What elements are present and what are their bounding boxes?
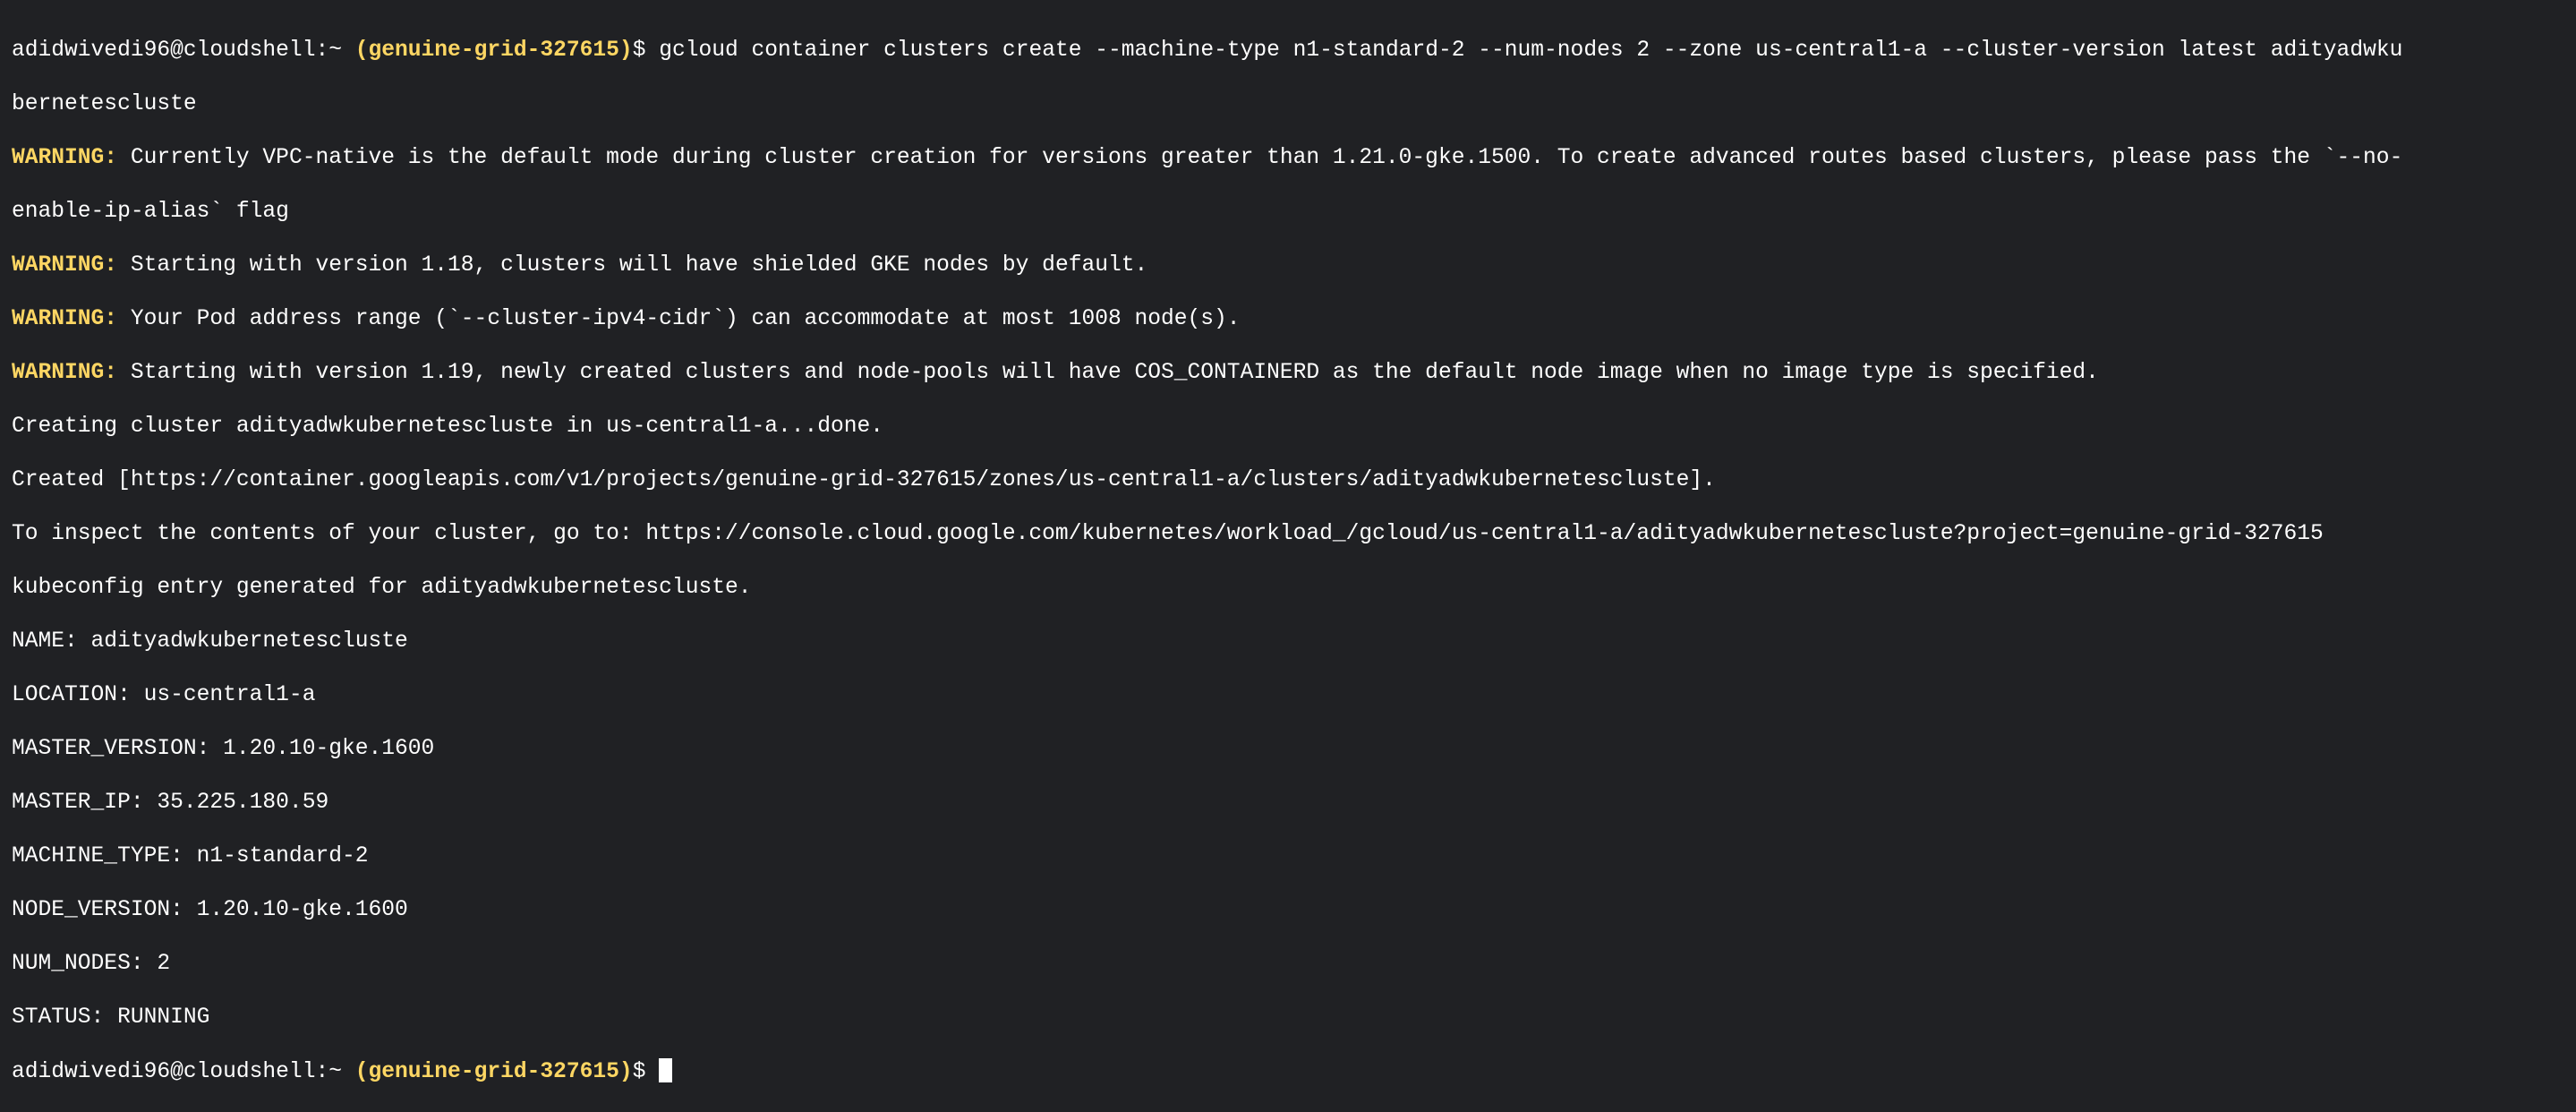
prompt-line: adidwivedi96@cloudshell:~ (genuine-grid-… [12,1058,2576,1085]
output-line-num-nodes: NUM_NODES: 2 [12,952,171,976]
output-line-kubeconfig: kubeconfig entry generated for adityadwk… [12,576,752,600]
prompt-user-host: adidwivedi96@cloudshell [12,38,316,63]
warning-label: WARNING: [12,253,118,278]
prompt-separator: : [315,38,329,63]
prompt-project: (genuine-grid-327615) [354,1060,633,1084]
warning-line: WARNING: Currently VPC-native is the def… [12,145,2576,172]
prompt-separator: : [315,1060,329,1084]
warning-text: Your Pod address range (`--cluster-ipv4-… [117,307,1241,331]
output-line-creating: Creating cluster adityadwkubernetesclust… [12,415,884,439]
warning-line: WARNING: Starting with version 1.19, new… [12,360,2576,387]
output-line-status: STATUS: RUNNING [12,1005,210,1030]
command-line-wrap: bernetescluste [12,92,197,116]
warning-line: WARNING: Starting with version 1.18, clu… [12,252,2576,279]
prompt-symbol: $ [632,38,646,63]
warning-label: WARNING: [12,307,118,331]
output-line-machine-type: MACHINE_TYPE: n1-standard-2 [12,844,369,868]
prompt-path: ~ [328,38,342,63]
cloud-shell-terminal[interactable]: adidwivedi96@cloudshell:~ (genuine-grid-… [0,0,2576,1084]
output-line-name: NAME: adityadwkubernetescluste [12,629,408,654]
warning-line-wrap: enable-ip-alias` flag [12,200,289,224]
warning-text: Starting with version 1.18, clusters wil… [117,253,1148,278]
command-line: adidwivedi96@cloudshell:~ (genuine-grid-… [12,38,2576,64]
prompt-user-host: adidwivedi96@cloudshell [12,1060,316,1084]
prompt-path: ~ [328,1060,342,1084]
output-line-master-ip: MASTER_IP: 35.225.180.59 [12,791,329,815]
output-line-created: Created [https://container.googleapis.co… [12,468,1716,492]
warning-line: WARNING: Your Pod address range (`--clus… [12,306,2576,333]
output-line-node-version: NODE_VERSION: 1.20.10-gke.1600 [12,898,408,922]
output-line-master-version: MASTER_VERSION: 1.20.10-gke.1600 [12,737,435,761]
terminal-cursor[interactable] [659,1058,673,1082]
output-line-location: LOCATION: us-central1-a [12,683,316,707]
warning-text: Currently VPC-native is the default mode… [117,146,2403,170]
output-line-inspect: To inspect the contents of your cluster,… [12,522,2324,546]
prompt-project: (genuine-grid-327615) [354,38,633,63]
prompt-symbol: $ [632,1060,646,1084]
warning-label: WARNING: [12,361,118,385]
warning-text: Starting with version 1.19, newly create… [117,361,2099,385]
command-text: gcloud container clusters create --machi… [645,38,2403,63]
warning-label: WARNING: [12,146,118,170]
